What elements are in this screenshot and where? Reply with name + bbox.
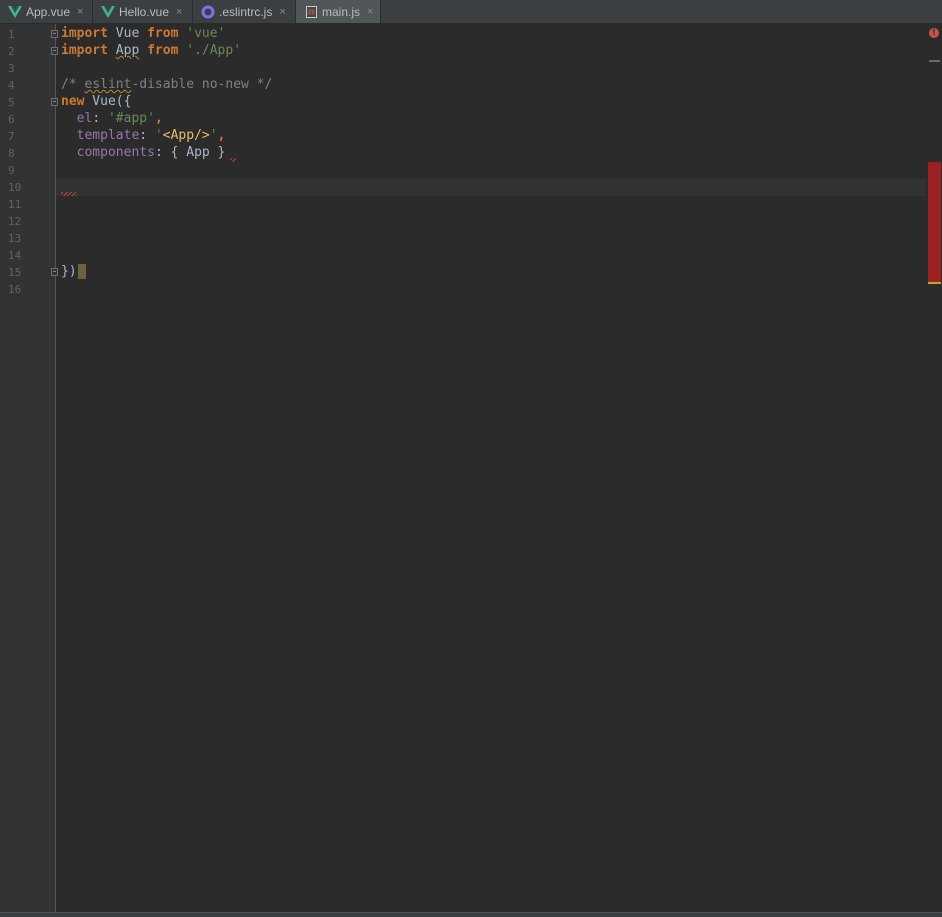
ide-window: App.vue × Hello.vue × .eslintrc.js × JS … [0, 0, 942, 917]
vue-icon [8, 5, 22, 19]
eslint-icon [201, 5, 215, 19]
error-squiggle [230, 158, 236, 162]
code-editor[interactable]: 1 2 3 4 5 6 7 8 9 10 11 12 13 14 15 16 i… [0, 24, 942, 912]
code-line[interactable]: /* eslint-disable no-new */ [61, 76, 272, 93]
tab-hello-vue[interactable]: Hello.vue × [93, 0, 193, 23]
code-line[interactable]: template: '<App/>', [61, 127, 226, 144]
fold-toggle-icon[interactable] [51, 47, 58, 55]
stripe-marker[interactable] [929, 60, 940, 62]
close-icon[interactable]: × [367, 6, 373, 18]
line-number: 9 [8, 164, 15, 177]
tab-label: .eslintrc.js [219, 4, 273, 19]
line-number: 15 [8, 266, 22, 279]
fold-toggle-icon[interactable] [51, 30, 58, 38]
line-number: 7 [8, 130, 15, 143]
line-number: 11 [8, 198, 22, 211]
close-icon[interactable]: × [176, 6, 182, 18]
tab-label: main.js [322, 4, 361, 19]
line-number: 8 [8, 147, 15, 160]
text-caret [77, 264, 86, 279]
close-icon[interactable]: × [77, 6, 83, 18]
close-icon[interactable]: × [279, 6, 285, 18]
tab-label: App.vue [26, 4, 71, 19]
tab-label: Hello.vue [119, 4, 170, 19]
line-number: 4 [8, 79, 15, 92]
error-squiggle [61, 192, 77, 196]
tab-app-vue[interactable]: App.vue × [0, 0, 93, 23]
line-number: 10 [8, 181, 22, 194]
line-number: 13 [8, 232, 22, 245]
error-stripe[interactable] [926, 24, 942, 912]
line-number: 2 [8, 45, 15, 58]
line-number: 6 [8, 113, 15, 126]
code-line[interactable]: components: { App } [61, 144, 226, 161]
code-line[interactable]: import Vue from 'vue' [61, 25, 225, 42]
editor-tab-bar: App.vue × Hello.vue × .eslintrc.js × JS … [0, 0, 942, 24]
js-badge: JS [305, 5, 317, 18]
line-number: 12 [8, 215, 22, 228]
vue-icon [101, 5, 115, 19]
js-file-icon: JS [304, 5, 318, 19]
line-number: 16 [8, 283, 22, 296]
current-line-highlight [56, 179, 926, 196]
fold-toggle-icon[interactable] [51, 98, 58, 106]
gutter-separator [55, 24, 56, 912]
line-number: 3 [8, 62, 15, 75]
line-number: 1 [8, 28, 15, 41]
error-indicator-icon[interactable]: ! [929, 28, 939, 38]
line-number: 5 [8, 96, 15, 109]
tab-eslintrc-js[interactable]: .eslintrc.js × [193, 0, 296, 23]
bottom-scrollbar[interactable] [0, 912, 942, 917]
line-number: 14 [8, 249, 22, 262]
stripe-warning-marker[interactable] [928, 282, 941, 284]
code-line[interactable]: el: '#app', [61, 110, 163, 127]
line-number-gutter: 1 2 3 4 5 6 7 8 9 10 11 12 13 14 15 16 [0, 24, 55, 912]
fold-toggle-icon[interactable] [51, 268, 58, 276]
stripe-error-marker[interactable] [928, 162, 941, 282]
code-line[interactable]: }) [61, 263, 86, 280]
code-line[interactable]: new Vue({ [61, 93, 131, 110]
code-line[interactable]: import App from './App' [61, 42, 241, 59]
tab-main-js[interactable]: JS main.js × [296, 0, 381, 23]
